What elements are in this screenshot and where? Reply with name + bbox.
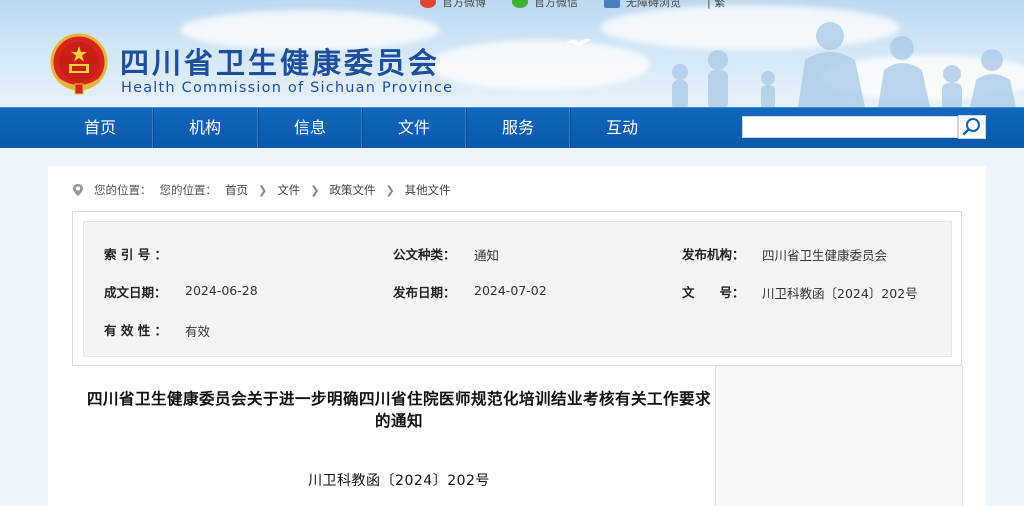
issuer-label: 发布机构： bbox=[682, 247, 745, 262]
published-date-value: 2024-07-02 bbox=[474, 283, 547, 298]
breadcrumb-label: 您的位置： bbox=[159, 183, 218, 197]
document-title: 四川省卫生健康委员会关于进一步明确四川省住院医师规范化培训结业考核有关工作要求的… bbox=[86, 390, 711, 430]
document-number-value: 川卫科教函〔2024〕202号 bbox=[762, 286, 918, 301]
nav-item-home[interactable]: 首页 bbox=[48, 108, 152, 148]
search-icon bbox=[962, 118, 980, 136]
chevron-right-icon: ❯ bbox=[310, 183, 320, 197]
breadcrumb-documents[interactable]: 文件 bbox=[277, 182, 300, 198]
weibo-icon bbox=[420, 0, 436, 8]
search-input[interactable] bbox=[742, 116, 958, 138]
index-number-label: 索 引 号 ： bbox=[104, 247, 168, 262]
created-date-label: 成文日期： bbox=[104, 285, 167, 300]
validity-value: 有效 bbox=[185, 324, 211, 339]
national-emblem-icon bbox=[50, 33, 108, 95]
site-subtitle: Health Commission of Sichuan Province bbox=[121, 80, 454, 96]
breadcrumb-policy-documents[interactable]: 政策文件 bbox=[329, 182, 375, 198]
breadcrumb: 您的位置： 您的位置： 首页 ❯ 文件 ❯ 政策文件 ❯ 其他文件 bbox=[72, 182, 451, 198]
breadcrumb-other-documents[interactable]: 其他文件 bbox=[405, 182, 451, 198]
traditional-chinese-link[interactable]: | 繁 bbox=[707, 0, 725, 10]
nav-item-interaction[interactable]: 互动 bbox=[570, 108, 674, 148]
document-type-value: 通知 bbox=[474, 248, 500, 263]
wechat-icon bbox=[512, 0, 528, 8]
search-button[interactable] bbox=[958, 115, 986, 139]
issuer-value: 四川省卫生健康委员会 bbox=[762, 248, 888, 263]
cloud-decoration bbox=[430, 40, 650, 90]
family-silhouette-decoration bbox=[672, 22, 1016, 107]
nav-item-services[interactable]: 服务 bbox=[466, 108, 570, 148]
created-date-value: 2024-06-28 bbox=[185, 283, 258, 298]
site-title: 四川省卫生健康委员会 bbox=[120, 46, 441, 80]
nav-item-documents[interactable]: 文件 bbox=[362, 108, 466, 148]
location-pin-icon bbox=[73, 184, 83, 196]
top-links: 官方微博 官方微信 无障碍浏览 | 繁 bbox=[420, 0, 725, 10]
accessibility-link[interactable]: 无障碍浏览 bbox=[604, 0, 681, 10]
site-header: 官方微博 官方微信 无障碍浏览 | 繁 四川省卫生健康委员会 Health Co… bbox=[0, 0, 1024, 107]
accessibility-icon bbox=[604, 0, 620, 8]
nav-item-organization[interactable]: 机构 bbox=[153, 108, 257, 148]
breadcrumb-prefix: 您的位置： bbox=[94, 183, 152, 197]
document-type-label: 公文种类： bbox=[393, 247, 456, 262]
published-date-label: 发布日期： bbox=[393, 285, 456, 300]
validity-label: 有 效 性 ： bbox=[104, 323, 168, 338]
chevron-right-icon: ❯ bbox=[258, 183, 268, 197]
document-sidebar bbox=[716, 366, 963, 506]
nav-item-information[interactable]: 信息 bbox=[258, 108, 362, 148]
bird-decoration-icon bbox=[566, 39, 592, 47]
document-number-label: 文 号： bbox=[682, 285, 745, 300]
document-number: 川卫科教函〔2024〕202号 bbox=[308, 473, 490, 489]
wechat-link[interactable]: 官方微信 bbox=[512, 0, 578, 10]
weibo-link[interactable]: 官方微博 bbox=[420, 0, 486, 10]
chevron-right-icon: ❯ bbox=[385, 183, 395, 197]
breadcrumb-home[interactable]: 首页 bbox=[225, 182, 248, 198]
